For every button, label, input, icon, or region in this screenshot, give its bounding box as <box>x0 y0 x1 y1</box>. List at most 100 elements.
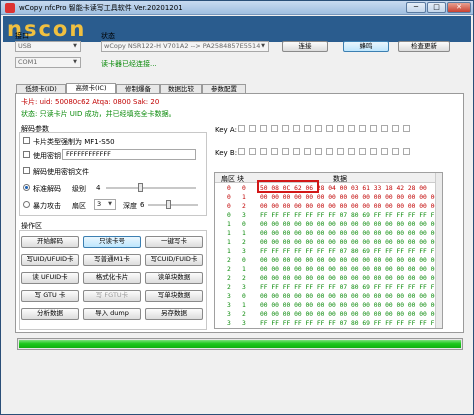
row-sector: 1 <box>227 221 231 228</box>
start-decode-button[interactable]: 开始解码 <box>21 236 79 248</box>
key-cell <box>403 148 410 155</box>
row-block: 0 <box>242 221 246 228</box>
table-row[interactable]: 1 0 00 00 00 00 00 00 00 00 00 00 00 00 00… <box>215 220 439 229</box>
table-row[interactable]: 3 2 00 00 00 00 00 00 00 00 00 00 00 00 00… <box>215 310 438 319</box>
format-card-button[interactable]: 格式化卡片 <box>83 272 141 284</box>
beep-button[interactable]: 蜂鸣 <box>343 41 389 52</box>
sector-select[interactable]: 3 ▼ <box>94 199 116 210</box>
key-cell <box>282 125 289 132</box>
row-sector: 2 <box>227 266 231 273</box>
depth-label: 深度 <box>123 202 137 210</box>
key-cell <box>315 125 322 132</box>
table-row[interactable]: 2 0 00 00 00 00 00 00 00 00 00 00 00 00 00… <box>215 256 439 265</box>
row-block: 1 <box>242 302 246 309</box>
port-select[interactable]: USB ▼ <box>15 41 81 52</box>
write-gtu-button[interactable]: 写 GTU 卡 <box>21 290 79 302</box>
progress-fill <box>19 340 461 348</box>
import-dump-button[interactable]: 导入 dump <box>83 308 141 320</box>
standard-decode-radio[interactable] <box>23 184 30 191</box>
key-file-label: 解码使用密钥文件 <box>33 168 89 176</box>
close-button[interactable]: ✕ <box>447 2 471 13</box>
key-file-checkbox[interactable] <box>23 167 30 174</box>
key-cell <box>326 125 333 132</box>
key-cell <box>403 125 410 132</box>
table-row[interactable]: 1 3 FF FF FF FF FF FF FF 07 80 69 FF FF FF… <box>215 247 439 256</box>
save-data-button[interactable]: 另存数据 <box>145 308 203 320</box>
read-ufuid-button[interactable]: 读 UFUID卡 <box>21 272 79 284</box>
row-block: 2 <box>242 311 246 318</box>
row-block: 3 <box>242 320 246 327</box>
com-select[interactable]: COM1 ▼ <box>15 57 81 68</box>
card-status-line: 状态: 只读卡片 UID 成功，并已经填充全卡数据。 <box>21 110 176 118</box>
use-key-checkbox[interactable] <box>23 151 30 158</box>
write-fgtu-button[interactable]: 写 FGTU卡 <box>83 290 141 302</box>
depth-slider-thumb[interactable] <box>166 200 171 209</box>
table-row[interactable]: 1 1 00 00 00 00 00 00 00 00 00 00 00 00 00… <box>215 229 439 238</box>
write-block-button[interactable]: 写单块数据 <box>145 290 203 302</box>
table-row[interactable]: 0 2 00 00 00 00 00 00 00 00 00 00 00 00 00… <box>215 202 438 211</box>
level-slider[interactable] <box>106 187 196 189</box>
key-cell <box>370 148 377 155</box>
brute-force-radio[interactable] <box>23 201 30 208</box>
reader-select[interactable]: wCopy NSR122-H V701A2 --> PA2584857E5514… <box>101 41 269 52</box>
level-value: 4 <box>96 184 101 192</box>
row-data: 00 00 00 00 00 00 00 00 00 00 00 00 00 0… <box>260 194 439 201</box>
banner: nscon <box>3 16 471 42</box>
key-cell <box>381 125 388 132</box>
key-cell <box>260 148 267 155</box>
row-block: 2 <box>242 239 246 246</box>
table-row[interactable]: 0 0 50 08 0C 62 06 28 04 00 03 61 33 18 42… <box>215 184 437 193</box>
key-cell <box>293 125 300 132</box>
key-cell <box>238 125 245 132</box>
key-cell <box>260 125 267 132</box>
maximize-button[interactable]: □ <box>427 2 446 13</box>
write-cuid-fuid-button[interactable]: 写CUID/FUID卡 <box>145 254 203 266</box>
row-data: 00 00 00 00 00 00 00 00 00 00 00 00 00 0… <box>260 302 439 309</box>
use-key-label: 使用密钥 <box>33 152 61 160</box>
row-data: 00 00 00 00 00 00 00 00 00 00 00 00 00 0… <box>260 221 439 228</box>
row-data: 00 00 00 00 00 00 00 00 00 00 00 00 00 0… <box>260 275 439 282</box>
table-header: 扇区 块 数据 <box>215 173 442 183</box>
table-row[interactable]: 2 1 00 00 00 00 00 00 00 00 00 00 00 00 00… <box>215 265 438 274</box>
read-uid-button[interactable]: 只读卡号 <box>83 236 141 248</box>
com-value: COM1 <box>18 58 38 66</box>
connect-button[interactable]: 连接 <box>282 41 328 52</box>
table-row[interactable]: 1 2 00 00 00 00 00 00 00 00 00 00 00 00 00… <box>215 238 439 247</box>
check-update-button[interactable]: 检查更新 <box>398 41 450 52</box>
table-row[interactable]: 0 1 00 00 00 00 00 00 00 00 00 00 00 00 00… <box>215 193 439 202</box>
write-uid-ufuid-button[interactable]: 写UID/UFUID卡 <box>21 254 79 266</box>
key-cell <box>271 148 278 155</box>
row-sector: 2 <box>227 284 231 291</box>
key-cell <box>293 148 300 155</box>
minimize-button[interactable]: ─ <box>406 2 426 13</box>
key-input[interactable]: FFFFFFFFFFFF <box>62 149 196 160</box>
table-row[interactable]: 0 3 FF FF FF FF FF FF FF 07 80 69 FF FF FF… <box>215 211 438 220</box>
chevron-down-icon: ▼ <box>108 201 112 207</box>
status-label: 状态 <box>101 32 115 40</box>
row-block: 1 <box>242 194 246 201</box>
key-cell <box>392 148 399 155</box>
table-row[interactable]: 3 0 00 00 00 00 00 00 00 00 00 00 00 00 00… <box>215 292 438 301</box>
row-data: FF FF FF FF FF FF FF 07 80 69 FF FF FF F… <box>260 248 439 255</box>
table-row[interactable]: 3 1 00 00 00 00 00 00 00 00 00 00 00 00 00… <box>215 301 439 310</box>
write-m1-button[interactable]: 写普通M1卡 <box>83 254 141 266</box>
table-row[interactable]: 2 2 00 00 00 00 00 00 00 00 00 00 00 00 00… <box>215 274 439 283</box>
row-data: 00 00 00 00 00 00 00 00 00 00 00 00 00 0… <box>260 239 439 246</box>
read-block-button[interactable]: 读单块数据 <box>145 272 203 284</box>
analyze-data-button[interactable]: 分析数据 <box>21 308 79 320</box>
row-block: 2 <box>242 203 246 210</box>
col-block: 块 <box>237 175 244 183</box>
table-row[interactable]: 2 3 FF FF FF FF FF FF FF 07 80 69 FF FF FF… <box>215 283 438 292</box>
row-data: 00 00 00 00 00 00 00 00 00 00 00 00 00 0… <box>260 230 439 237</box>
one-key-write-button[interactable]: 一键写卡 <box>145 236 203 248</box>
key-cell <box>238 148 245 155</box>
row-sector: 2 <box>227 275 231 282</box>
force-mf1-checkbox[interactable] <box>23 137 30 144</box>
table-scrollbar[interactable] <box>435 173 442 328</box>
key-b-label: Key B: <box>215 149 238 157</box>
depth-slider[interactable] <box>148 204 198 206</box>
row-sector: 3 <box>227 293 231 300</box>
row-data: 00 00 00 00 00 00 00 00 00 00 00 00 00 0… <box>260 257 439 264</box>
table-row[interactable]: 3 3 FF FF FF FF FF FF FF 07 80 69 FF FF FF… <box>215 319 438 328</box>
level-slider-thumb[interactable] <box>138 183 143 192</box>
